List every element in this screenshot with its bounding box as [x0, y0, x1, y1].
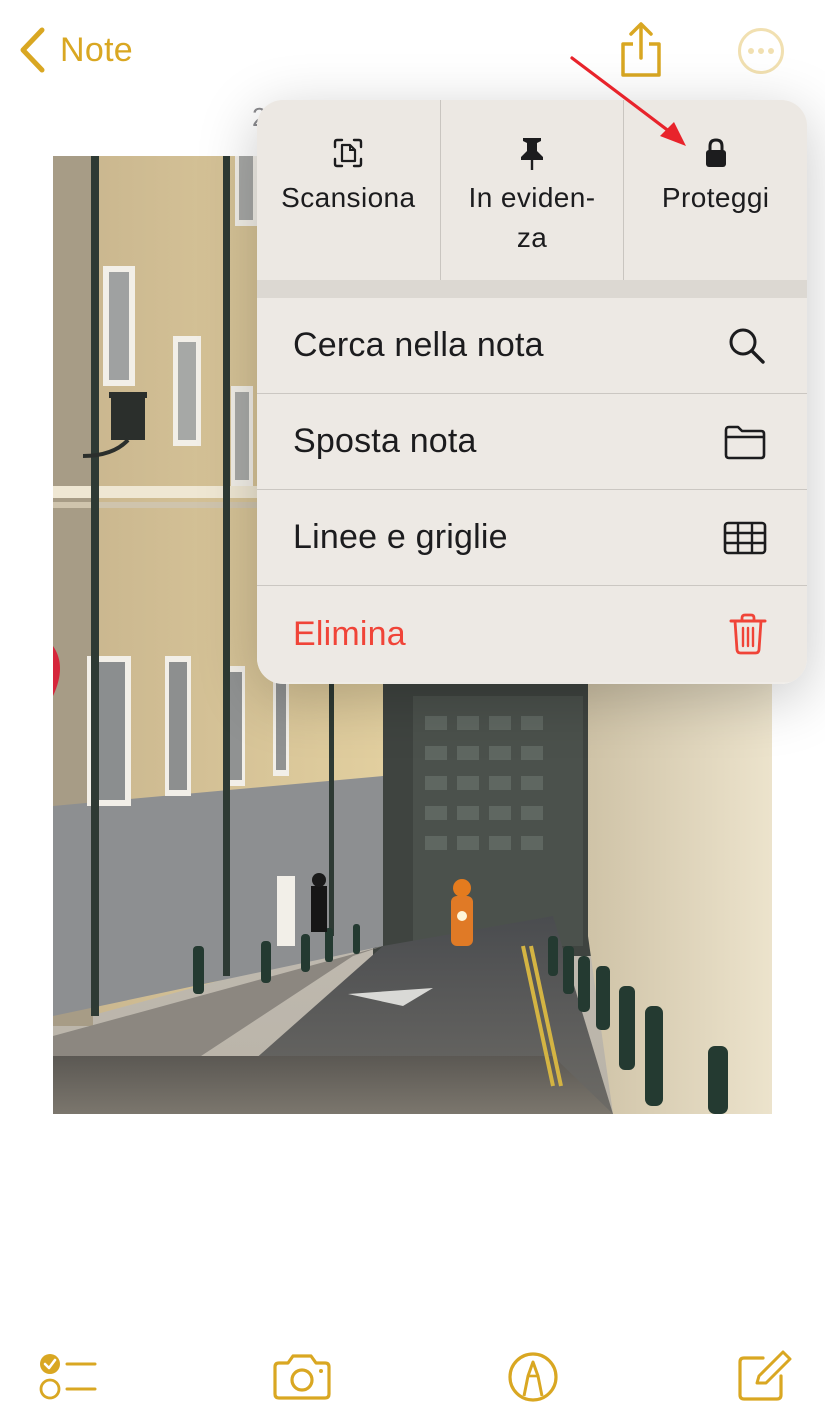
ellipsis-circle-icon	[738, 28, 784, 74]
scan-action-label: Scansiona	[281, 182, 416, 213]
lock-action-label: Proteggi	[661, 182, 770, 213]
search-in-note-label: Cerca nella nota	[293, 326, 544, 364]
lock-icon	[704, 136, 728, 170]
pin-action-label: In eviden- za	[468, 182, 596, 253]
menu-separator	[257, 280, 807, 298]
scan-document-icon	[332, 136, 364, 170]
share-button[interactable]	[616, 22, 666, 78]
back-button-label: Note	[60, 30, 134, 69]
notes-screen: Note 2	[0, 0, 825, 1425]
search-in-note-item[interactable]: Cerca nella nota	[257, 298, 807, 394]
camera-button[interactable]	[270, 1345, 334, 1409]
chevron-left-icon	[20, 27, 45, 73]
search-icon	[727, 326, 767, 366]
pin-icon	[517, 136, 547, 170]
delete-item[interactable]: Elimina	[257, 586, 807, 682]
lines-grids-item[interactable]: Linee e griglie	[257, 490, 807, 586]
note-options-menu: Scansiona In eviden- za Proteggi Cerca n…	[257, 100, 807, 684]
more-options-button[interactable]	[737, 27, 785, 75]
move-note-item[interactable]: Sposta nota	[257, 394, 807, 490]
move-note-label: Sposta nota	[293, 422, 477, 460]
trash-icon	[729, 613, 767, 655]
grid-icon	[723, 521, 767, 555]
back-button[interactable]: Note	[18, 24, 133, 76]
share-icon	[621, 22, 661, 77]
folder-icon	[723, 424, 767, 460]
menu-quick-actions: Scansiona In eviden- za Proteggi	[257, 100, 807, 280]
markup-pen-icon	[508, 1352, 558, 1402]
checklist-button[interactable]	[36, 1345, 100, 1409]
lines-grids-label: Linee e griglie	[293, 518, 508, 556]
scan-action[interactable]: Scansiona	[257, 100, 440, 280]
compose-icon	[738, 1350, 792, 1401]
pin-action[interactable]: In eviden- za	[439, 100, 624, 280]
camera-icon	[273, 1354, 331, 1400]
markup-button[interactable]	[501, 1345, 565, 1409]
checklist-icon	[39, 1354, 97, 1400]
lock-action[interactable]: Proteggi	[623, 100, 807, 280]
delete-label: Elimina	[293, 614, 406, 653]
compose-button[interactable]	[732, 1345, 796, 1409]
